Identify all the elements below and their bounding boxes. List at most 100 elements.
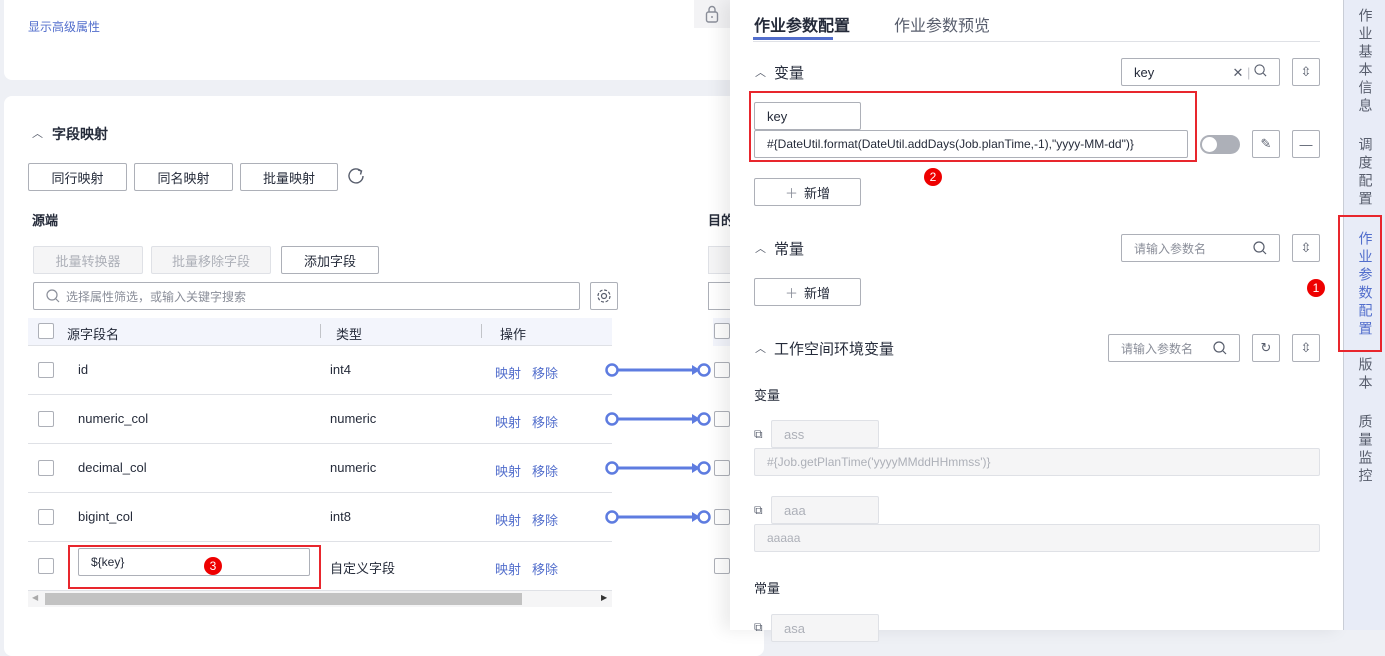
table-row — [28, 346, 612, 395]
col-actions: 操作 — [500, 327, 527, 342]
field-type: numeric — [330, 460, 377, 475]
highlight-box-1 — [1338, 215, 1382, 352]
workspace-var-name: aaa — [771, 496, 879, 524]
same-name-mapping-button[interactable]: 同名映射 — [134, 163, 233, 191]
horizontal-scrollbar[interactable]: ◀ ▶ — [28, 591, 612, 607]
lock-icon[interactable] — [694, 0, 730, 28]
sort-toggle-icon[interactable]: ⇳ — [1292, 234, 1320, 262]
batch-remove-fields-button[interactable]: 批量移除字段 — [151, 246, 271, 274]
settings-gear-icon[interactable] — [590, 282, 618, 310]
mapping-connector[interactable] — [604, 461, 712, 475]
collapse-icon[interactable]: ︿ — [755, 64, 766, 80]
row-checkbox[interactable] — [38, 558, 54, 574]
field-type: 自定义字段 — [330, 561, 396, 576]
variables-search-input[interactable]: key ✕ | — [1121, 58, 1280, 86]
remove-link[interactable]: 移除 — [532, 461, 558, 480]
map-link[interactable]: 映射 — [495, 461, 521, 480]
search-icon — [1213, 341, 1227, 355]
col-type: 类型 — [336, 327, 363, 342]
workspace-var-label: 变量 — [754, 388, 781, 403]
search-icon — [1253, 241, 1267, 255]
field-type: int8 — [330, 509, 351, 524]
refresh-icon[interactable] — [346, 166, 366, 189]
copy-icon[interactable]: ⧉ — [754, 427, 763, 442]
remove-minus-icon[interactable]: — — [1292, 130, 1320, 158]
workspace-var-value: #{Job.getPlanTime('yyyyMMddHHmmss')} — [754, 448, 1320, 476]
highlight-box-2 — [749, 91, 1197, 162]
map-link[interactable]: 映射 — [495, 363, 521, 382]
variables-title: 变量 — [774, 65, 805, 82]
target-row-checkbox[interactable] — [714, 411, 730, 427]
sort-toggle-icon[interactable]: ⇳ — [1292, 58, 1320, 86]
show-advanced-link[interactable]: 显示高级属性 — [28, 18, 100, 35]
field-mapping-title: 字段映射 — [52, 126, 108, 142]
target-row-checkbox[interactable] — [714, 460, 730, 476]
source-search-input[interactable]: 选择属性筛选，或输入关键字搜索 — [33, 282, 580, 310]
source-label: 源端 — [32, 213, 59, 228]
add-variable-button[interactable]: ＋新增 — [754, 178, 861, 206]
remove-link[interactable]: 移除 — [532, 412, 558, 431]
workspace-const-label: 常量 — [754, 581, 781, 596]
tab-params-config[interactable]: 作业参数配置 — [754, 12, 850, 36]
copy-icon[interactable]: ⧉ — [754, 503, 763, 518]
step-badge-1: 1 — [1307, 279, 1325, 297]
constants-search-input[interactable]: 请输入参数名 — [1121, 234, 1280, 262]
remove-link[interactable]: 移除 — [532, 363, 558, 382]
collapse-icon[interactable]: ︿ — [755, 240, 766, 256]
workspace-const-name: asa — [771, 614, 879, 642]
sidebar-item-basic-info[interactable]: 作业基本信息 — [1344, 6, 1385, 118]
row-mapping-button[interactable]: 同行映射 — [28, 163, 127, 191]
col-source-name: 源字段名 — [67, 327, 120, 342]
advanced-card: 显示高级属性 — [4, 0, 744, 80]
workspace-var-value: aaaaa — [754, 524, 1320, 552]
map-link[interactable]: 映射 — [495, 412, 521, 431]
sidebar-item-version[interactable]: 版本 — [1344, 355, 1385, 395]
batch-converter-button[interactable]: 批量转换器 — [33, 246, 143, 274]
add-constant-button[interactable]: ＋新增 — [754, 278, 861, 306]
source-field-name: numeric_col — [78, 411, 149, 426]
map-link[interactable]: 映射 — [495, 559, 521, 578]
step-badge-2: 2 — [924, 168, 942, 186]
remove-link[interactable]: 移除 — [532, 510, 558, 529]
clear-icon[interactable]: ✕ | — [1232, 63, 1267, 81]
collapse-icon[interactable]: ︿ — [755, 340, 766, 356]
batch-mapping-button[interactable]: 批量映射 — [240, 163, 338, 191]
row-checkbox[interactable] — [38, 509, 54, 525]
row-checkbox[interactable] — [38, 362, 54, 378]
field-type: numeric — [330, 411, 377, 426]
collapse-icon[interactable]: ︿ — [32, 125, 43, 141]
edit-pencil-icon[interactable]: ✎ — [1252, 130, 1280, 158]
source-field-name: decimal_col — [78, 460, 147, 475]
target-row-checkbox[interactable] — [714, 558, 730, 574]
refresh-icon[interactable]: ↻ — [1252, 334, 1280, 362]
field-type: int4 — [330, 362, 351, 377]
workspace-var-name: ass — [771, 420, 879, 448]
search-icon — [46, 289, 60, 303]
target-select-all-checkbox[interactable] — [714, 323, 730, 339]
tab-params-preview[interactable]: 作业参数预览 — [894, 12, 990, 36]
row-checkbox[interactable] — [38, 460, 54, 476]
row-checkbox[interactable] — [38, 411, 54, 427]
select-all-checkbox[interactable] — [38, 323, 54, 339]
constants-title: 常量 — [774, 241, 805, 258]
scrollbar-thumb[interactable] — [45, 593, 522, 605]
sort-toggle-icon[interactable]: ⇳ — [1292, 334, 1320, 362]
map-link[interactable]: 映射 — [495, 510, 521, 529]
highlight-box-3 — [68, 545, 321, 589]
variable-toggle[interactable] — [1200, 135, 1240, 154]
copy-icon[interactable]: ⧉ — [754, 620, 763, 635]
source-field-name: id — [78, 362, 89, 377]
sidebar-item-quality[interactable]: 质量监控 — [1344, 412, 1385, 488]
add-field-button[interactable]: 添加字段 — [281, 246, 379, 274]
target-row-checkbox[interactable] — [714, 362, 730, 378]
sidebar-item-schedule[interactable]: 调度配置 — [1344, 134, 1385, 212]
workspace-search-input[interactable]: 请输入参数名 — [1108, 334, 1240, 362]
step-badge-3: 3 — [204, 557, 222, 575]
mapping-connector[interactable] — [604, 510, 712, 524]
target-row-checkbox[interactable] — [714, 509, 730, 525]
search-icon — [1254, 63, 1267, 76]
remove-link[interactable]: 移除 — [532, 559, 558, 578]
mapping-connector[interactable] — [604, 412, 712, 426]
mapping-connector[interactable] — [604, 363, 712, 377]
source-field-name: bigint_col — [78, 509, 133, 524]
